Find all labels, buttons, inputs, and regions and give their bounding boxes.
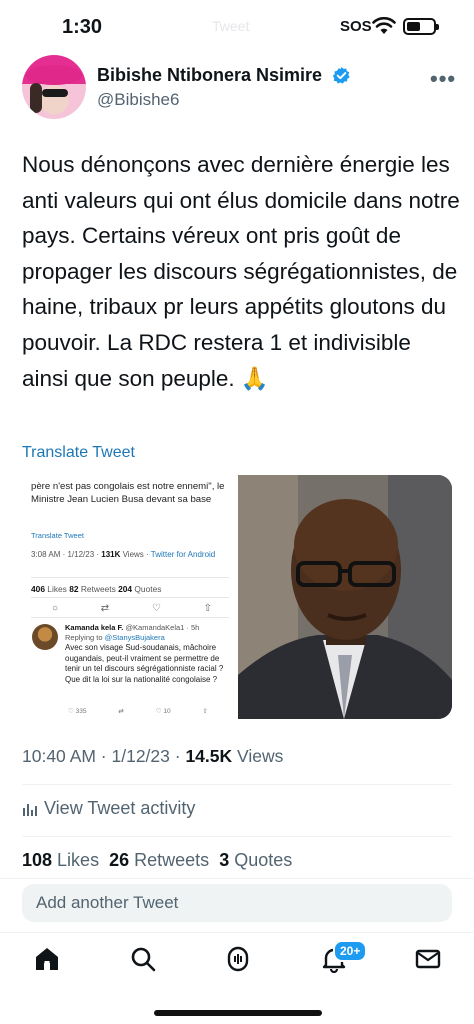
embedded-screenshot[interactable]: père n'est pas congolais est notre ennem… [22, 475, 238, 719]
home-icon[interactable] [33, 945, 61, 973]
embedded-translate-link: Translate Tweet [31, 531, 84, 540]
retweets-stat[interactable]: 26 Retweets [109, 850, 209, 870]
embedded-meta: 3:08 AM · 1/12/23 · 131K Views · Twitter… [31, 550, 216, 559]
likes-stat[interactable]: 108 Likes [22, 850, 99, 870]
author-handle[interactable]: @Bibishe6 [97, 90, 179, 110]
reply-author: Kamanda kela F. @KamandaKela1 · 5h [65, 623, 200, 632]
engagement-stats: 108 Likes 26 Retweets 3 Quotes [22, 850, 292, 871]
reply-avatar [32, 624, 58, 650]
share-icon: ⇧ [203, 603, 212, 614]
header-title-ghost: Tweet [212, 18, 250, 34]
author-name[interactable]: Bibishe Ntibonera Nsimire [97, 65, 322, 86]
tweet-media[interactable]: père n'est pas congolais est notre ennem… [22, 475, 452, 719]
view-tweet-activity-label: View Tweet activity [44, 798, 196, 818]
portrait-image [238, 475, 452, 719]
reply-stats: ♡ 335 ⇄ ♡ 10 ⇧ [68, 708, 208, 715]
view-tweet-activity-link[interactable]: View Tweet activity [22, 798, 195, 819]
retweet-icon: ⇄ [100, 603, 110, 614]
notifications-badge: 20+ [333, 940, 368, 962]
photo-portrait[interactable] [238, 475, 452, 719]
replying-to: Replying to @StanysBujakera [65, 633, 165, 642]
bar-chart-icon [23, 803, 37, 816]
status-time: 1:30 [62, 16, 103, 38]
sos-indicator: SOS [340, 18, 372, 35]
wifi-icon [372, 17, 396, 34]
embedded-counts: 406 Likes 82 Retweets 204 Quotes [31, 584, 162, 594]
spaces-icon[interactable] [224, 945, 252, 973]
embedded-tweet-text: père n'est pas congolais est notre ennem… [31, 481, 225, 505]
tweet-timestamp: 10:40 AM · 1/12/23 · 14.5K Views [22, 746, 284, 766]
status-bar: 1:30 Tweet SOS [0, 0, 474, 56]
search-icon[interactable] [129, 945, 157, 973]
like-icon: ♡ [151, 603, 161, 614]
reply-icon: ○ [52, 603, 59, 614]
home-indicator [154, 1010, 322, 1016]
tweet-text: Nous dénonçons avec dernière énergie les… [22, 152, 460, 391]
battery-icon [403, 18, 439, 35]
author-avatar[interactable] [22, 55, 86, 119]
add-another-tweet-input[interactable] [22, 884, 452, 922]
translate-tweet-link[interactable]: Translate Tweet [22, 444, 135, 462]
reply-text: Avec son visage Sud-soudanais, mâchoire … [65, 643, 224, 684]
messages-icon[interactable] [414, 945, 442, 973]
verified-badge-icon [332, 66, 350, 84]
quotes-stat[interactable]: 3 Quotes [219, 850, 292, 870]
embedded-actions: ○ ⇄ ♡ ⇧ [52, 603, 212, 614]
more-icon[interactable]: ••• [430, 66, 456, 92]
